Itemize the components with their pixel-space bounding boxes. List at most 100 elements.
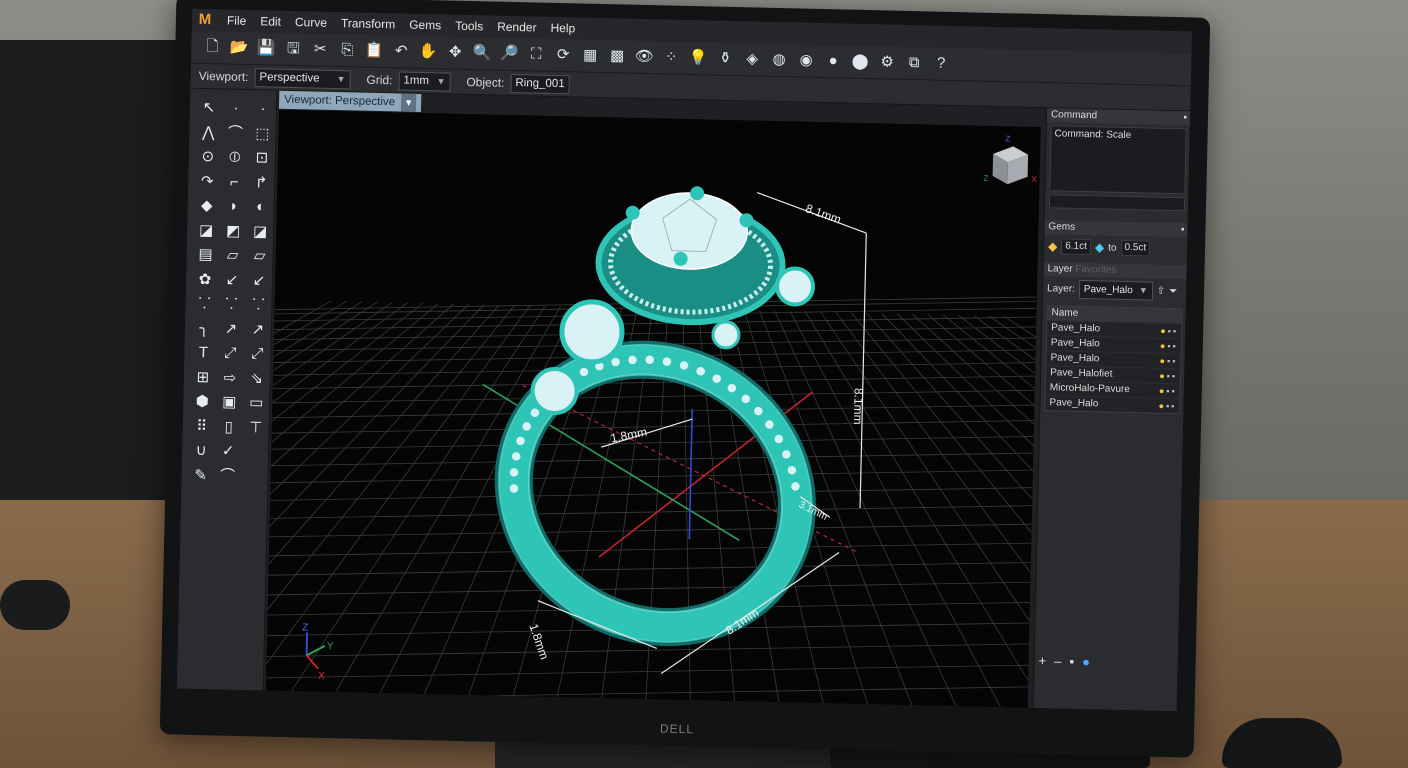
print-icon[interactable]: ▪ [1173, 326, 1178, 336]
layer-state-icons[interactable]: ●▪▪ [1159, 384, 1177, 398]
tool-icon[interactable]: ⇨ [219, 367, 241, 389]
gem-to-field[interactable]: 0.5ct [1120, 239, 1151, 257]
viewport-canvas[interactable]: 8.1mm 8.1mm 1.8mm 3.1mm 1.8mm 8.1mm Z Y … [265, 110, 1041, 708]
print-icon[interactable]: ▪ [1172, 371, 1177, 381]
save-icon[interactable]: 💾 [255, 37, 277, 59]
gem-from-field[interactable]: 6.1ct [1061, 238, 1092, 256]
tool-icon[interactable]: ⊤ [244, 417, 266, 439]
layer-row[interactable]: Pave_Halo ●▪▪ [1046, 335, 1181, 354]
zoom-in-icon[interactable]: 🔍 [471, 42, 493, 64]
tool-icon[interactable]: ∪ [190, 440, 212, 462]
tool-icon[interactable]: ⌒ [216, 465, 238, 487]
remove-layer-icon[interactable]: – [1054, 653, 1062, 668]
print-icon[interactable]: ▪ [1172, 341, 1177, 351]
tool-icon[interactable]: ⬚ [251, 123, 273, 145]
layer-row[interactable]: Pave_Halo ●▪▪ [1047, 320, 1182, 339]
print-icon[interactable]: ▪ [1171, 386, 1176, 396]
dots-icon[interactable]: ⁘ [660, 46, 682, 68]
tool-icon[interactable]: ◐ [249, 196, 271, 218]
print-icon[interactable]: ▪ [1171, 401, 1176, 411]
filter-icon[interactable]: ⏷ [1169, 286, 1177, 297]
render-ball-icon[interactable]: ⬤ [849, 51, 871, 73]
tool-icon[interactable]: ◗ [222, 195, 244, 217]
menu-help[interactable]: Help [543, 21, 582, 36]
tool-icon[interactable]: ▤ [194, 244, 216, 266]
paste-icon[interactable]: 📋 [363, 40, 385, 62]
tool-icon[interactable]: ✿ [194, 268, 216, 290]
tool-icon[interactable]: ↙ [248, 270, 270, 292]
help-icon[interactable]: ? [930, 52, 952, 74]
layers-icon[interactable]: ◈ [741, 48, 763, 70]
tool-icon[interactable]: ◪ [195, 219, 217, 241]
open-folder-icon[interactable]: 📂 [228, 37, 250, 59]
layer-row[interactable]: Pave_Halo ●▪▪ [1046, 350, 1181, 369]
menu-transform[interactable]: Transform [334, 16, 403, 32]
layer-row[interactable]: MicroHalo-Pavure ●▪▪ [1045, 380, 1180, 399]
tool-icon[interactable]: ↷ [196, 170, 218, 192]
cut-icon[interactable]: ✂ [309, 38, 331, 60]
layer-state-icons[interactable]: ●▪▪ [1158, 399, 1176, 413]
pan-hand-icon[interactable]: ✋ [417, 41, 439, 63]
viewport-tab[interactable]: Viewport: Perspective ▼ [278, 90, 422, 112]
tool-icon[interactable]: ▣ [218, 391, 240, 413]
layer-state-icons[interactable]: ●▪▪ [1160, 339, 1178, 353]
tool-icon[interactable]: ⸪ [247, 294, 269, 316]
view-cube[interactable]: Z Z X [983, 134, 1038, 185]
grid-icon[interactable]: ▦ [579, 45, 601, 67]
material-icon[interactable]: ◍ [768, 49, 790, 71]
layer-dropdown[interactable]: Pave_Halo ▼ [1078, 279, 1153, 301]
tool-icon[interactable]: ↗ [220, 318, 242, 340]
tool-icon[interactable]: ⤢ [246, 343, 268, 365]
3d-viewport[interactable]: 8.1mm 8.1mm 1.8mm 3.1mm 1.8mm 8.1mm Z Y … [265, 109, 1041, 708]
tool-icon[interactable]: ↗ [247, 319, 269, 341]
arrow-up-icon[interactable]: ⇧ [1157, 286, 1166, 297]
menu-tools[interactable]: Tools [448, 19, 490, 34]
menu-file[interactable]: File [220, 13, 254, 28]
tool-icon[interactable]: ⠿ [190, 415, 212, 437]
tool-icon[interactable] [243, 466, 265, 488]
tool-icon[interactable]: ✎ [189, 464, 211, 486]
tool-icon[interactable]: ↱ [250, 172, 272, 194]
tool-icon[interactable]: ↙ [221, 269, 243, 291]
tool-icon[interactable]: ⌐ [223, 171, 245, 193]
undo-icon[interactable]: ↶ [390, 40, 412, 62]
panel-menu-icon[interactable]: ▪ [1181, 223, 1185, 237]
menu-edit[interactable]: Edit [253, 14, 288, 29]
tool-icon[interactable]: ↖ [198, 97, 220, 119]
zoom-window-icon[interactable]: 🔎 [498, 43, 520, 65]
rotate-view-icon[interactable]: ⟳ [552, 44, 574, 66]
grid-dropdown[interactable]: 1mm ▼ [398, 70, 451, 92]
tool-icon[interactable]: · [225, 97, 247, 119]
print-icon[interactable]: ▪ [1172, 356, 1177, 366]
tool-icon[interactable]: ╮ [193, 317, 215, 339]
plugin-icon[interactable]: ⧉ [903, 52, 925, 74]
zoom-extents-icon[interactable]: ⛶ [525, 43, 547, 65]
tool-icon[interactable]: ▱ [248, 245, 270, 267]
scripts-icon[interactable]: ⚙ [876, 51, 898, 73]
menu-gems[interactable]: Gems [402, 17, 448, 33]
new-file-icon[interactable]: 🗋 [201, 36, 223, 58]
tool-icon[interactable]: ▯ [217, 416, 239, 438]
shade-icon[interactable]: ● [822, 50, 844, 72]
sphere-icon[interactable]: ◉ [795, 49, 817, 71]
tool-icon[interactable]: ⌒ [224, 122, 246, 144]
tool-icon[interactable]: T [192, 342, 214, 364]
command-input[interactable] [1048, 194, 1186, 212]
menu-render[interactable]: Render [490, 19, 544, 35]
panel-menu-icon[interactable]: ▪ [1183, 111, 1187, 125]
tool-icon[interactable]: ▭ [245, 392, 267, 414]
tool-icon[interactable]: ◆ [195, 195, 217, 217]
layer-square-icon[interactable]: ▪ [1069, 654, 1074, 669]
tool-icon[interactable]: ⦶ [224, 146, 246, 168]
copy-icon[interactable]: ⎘ [336, 39, 358, 61]
viewports-icon[interactable]: ▩ [606, 45, 628, 67]
tool-icon[interactable]: ◩ [222, 220, 244, 242]
layer-row[interactable]: Pave_Halo ●▪▪ [1045, 395, 1180, 414]
object-field[interactable]: Ring_001 [510, 73, 570, 94]
viewport-dropdown[interactable]: Perspective ▼ [254, 67, 351, 89]
tool-icon[interactable]: ✓ [217, 440, 239, 462]
tool-icon[interactable]: ⇘ [246, 368, 268, 390]
layer-dot-icon[interactable]: ● [1082, 654, 1090, 669]
tool-icon[interactable]: ▱ [221, 244, 243, 266]
tool-icon[interactable]: ⋀ [197, 121, 219, 143]
